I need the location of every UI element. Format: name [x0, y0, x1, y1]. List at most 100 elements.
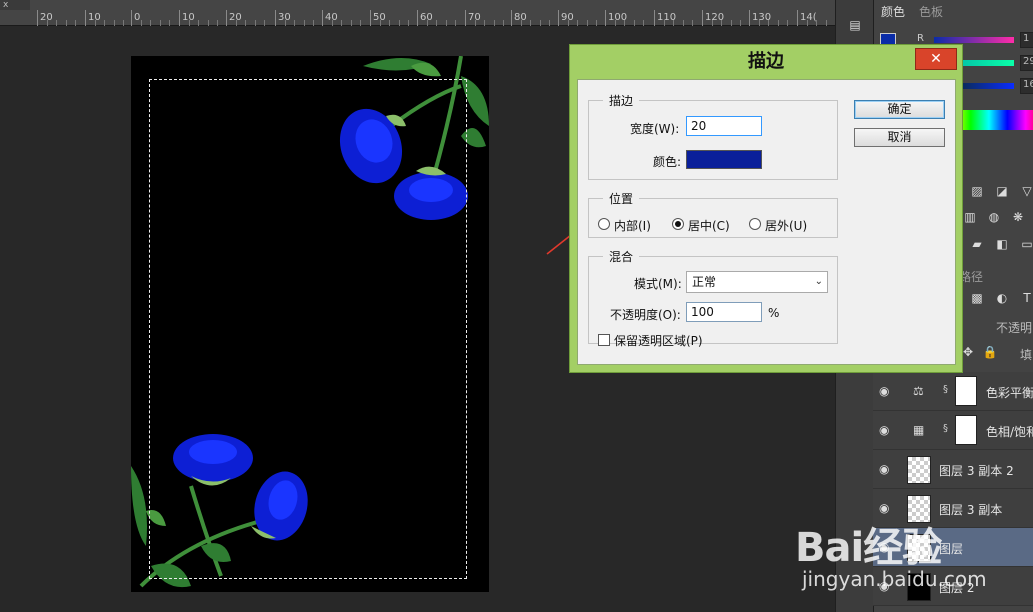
outside-radio[interactable] [749, 218, 761, 230]
ruler-minor-tick [663, 20, 665, 26]
layer-row[interactable]: ◉ 图层 3 副本 2 [873, 450, 1033, 489]
close-button[interactable]: ✕ [915, 48, 957, 70]
eye-icon[interactable]: ◉ [879, 462, 889, 476]
layer-mask-thumb[interactable] [955, 376, 977, 406]
levels-icon[interactable]: ▨ [969, 184, 985, 198]
adjustment-filter-icon[interactable]: ◐ [994, 291, 1010, 305]
ruler-tick [511, 10, 512, 26]
ruler-minor-tick [577, 20, 578, 26]
ruler-minor-tick [633, 20, 635, 26]
opacity-label: 不透明 [996, 321, 1033, 335]
ruler-minor-tick [245, 20, 246, 26]
ruler-minor-tick [730, 20, 732, 26]
r-slider[interactable] [934, 37, 1014, 43]
layer-row[interactable]: ◉ ⚖ § 色彩平衡 [873, 372, 1033, 411]
ruler-tick [558, 10, 559, 26]
ruler-minor-tick [379, 20, 381, 26]
center-radio[interactable] [672, 218, 684, 230]
pixel-filter-icon[interactable]: ▩ [969, 291, 985, 305]
horizontal-ruler[interactable]: x 20 10 0 10 20 30 40 50 60 70 80 90 100 110 120 130 14( [0, 0, 836, 26]
ruler-minor-tick [436, 20, 437, 26]
threshold-icon[interactable]: ◧ [994, 237, 1010, 251]
ruler-minor-tick [389, 20, 390, 26]
gradient-icon[interactable]: ▭ [1019, 237, 1033, 251]
layer-row[interactable]: ◉ ▦ § 色相/饱和 [873, 411, 1033, 450]
inside-radio[interactable] [598, 218, 610, 230]
document-tab-close[interactable]: x [0, 0, 30, 10]
b-value[interactable]: 16 [1020, 78, 1033, 94]
ruler-minor-tick [159, 20, 161, 26]
ruler-minor-tick [520, 20, 522, 26]
ruler-tick [322, 10, 323, 26]
camera-icon[interactable]: ◍ [986, 210, 1002, 224]
lock-icon[interactable]: 🔒 [982, 345, 998, 359]
ruler-minor-tick [740, 20, 741, 26]
g-value[interactable]: 29 [1020, 55, 1033, 71]
ruler-minor-tick [75, 20, 76, 26]
ruler-minor-tick [264, 20, 265, 26]
ruler-minor-tick [303, 20, 305, 26]
layer-name[interactable]: 色相/饱和 [986, 423, 1033, 440]
ruler-minor-tick [539, 20, 541, 26]
mode-select[interactable]: 正常 ⌄ [686, 271, 828, 293]
marquee-selection[interactable] [149, 79, 467, 579]
mode-label: 模式(M): [634, 277, 682, 291]
mixer-icon[interactable]: ❋ [1010, 210, 1026, 224]
history-icon[interactable]: ▤ [847, 18, 863, 32]
ruler-minor-tick [235, 20, 237, 26]
ruler-tick [702, 10, 703, 26]
ruler-minor-tick [787, 20, 788, 26]
ruler-tick [370, 10, 371, 26]
gradient-map-icon[interactable]: ▽ [1019, 184, 1033, 198]
preserve-transparency-label[interactable]: 保留透明区域(P) [614, 332, 703, 349]
opacity-input[interactable]: 100 [686, 302, 762, 322]
r-channel-label: R [917, 33, 924, 44]
inside-label[interactable]: 内部(I) [614, 217, 651, 234]
ruler-tick [417, 10, 418, 26]
eye-icon[interactable]: ◉ [879, 423, 889, 437]
layer-name[interactable]: 色彩平衡 [986, 384, 1033, 401]
ruler-tick [131, 10, 132, 26]
eye-icon[interactable]: ◉ [879, 384, 889, 398]
layer-name[interactable]: 图层 3 副本 2 [939, 462, 1014, 479]
chevron-down-icon: ⌄ [814, 276, 823, 287]
photo-filter-icon[interactable]: ▰ [969, 237, 985, 251]
ruler-minor-tick [140, 20, 142, 26]
ruler-minor-tick [398, 20, 400, 26]
percent-label: % [768, 306, 780, 320]
vibrance-icon[interactable]: ▥ [962, 210, 978, 224]
center-label[interactable]: 居中(C) [688, 217, 730, 234]
ruler-minor-tick [350, 20, 352, 26]
ruler-minor-tick [816, 20, 817, 26]
link-icon: § [943, 423, 948, 434]
r-value[interactable]: 1 [1020, 32, 1033, 48]
ruler-minor-tick [711, 20, 713, 26]
stroke-group-title: 描边 [603, 92, 640, 109]
layer-mask-thumb[interactable] [955, 415, 977, 445]
ruler-minor-tick [284, 20, 286, 26]
curves-icon[interactable]: ◪ [994, 184, 1010, 198]
watermark-logo: Bai经验 [795, 525, 942, 571]
document-canvas[interactable] [131, 56, 489, 592]
ruler-minor-tick [614, 20, 616, 26]
type-filter-icon[interactable]: T [1019, 291, 1033, 305]
ruler-minor-tick [408, 20, 409, 26]
ruler-minor-tick [360, 20, 361, 26]
tab-color[interactable]: 颜色 [881, 3, 905, 20]
ruler-tick [275, 10, 276, 26]
ruler-minor-tick [474, 20, 476, 26]
cancel-button[interactable]: 取消 [854, 128, 945, 147]
baidu-watermark: Bai经验 jingyan.baidu.com [790, 495, 990, 605]
preserve-transparency-checkbox[interactable] [598, 334, 610, 346]
ruler-minor-tick [673, 20, 674, 26]
outside-label[interactable]: 居外(U) [765, 217, 807, 234]
ruler-tick [654, 10, 655, 26]
tab-swatches[interactable]: 色板 [919, 3, 943, 20]
ruler-tick [226, 10, 227, 26]
ok-button[interactable]: 确定 [854, 100, 945, 119]
ruler-minor-tick [426, 20, 428, 26]
stroke-color-swatch[interactable] [686, 150, 762, 169]
ruler-minor-tick [341, 20, 342, 26]
width-input[interactable]: 20 [686, 116, 762, 136]
ruler-minor-tick [445, 20, 447, 26]
